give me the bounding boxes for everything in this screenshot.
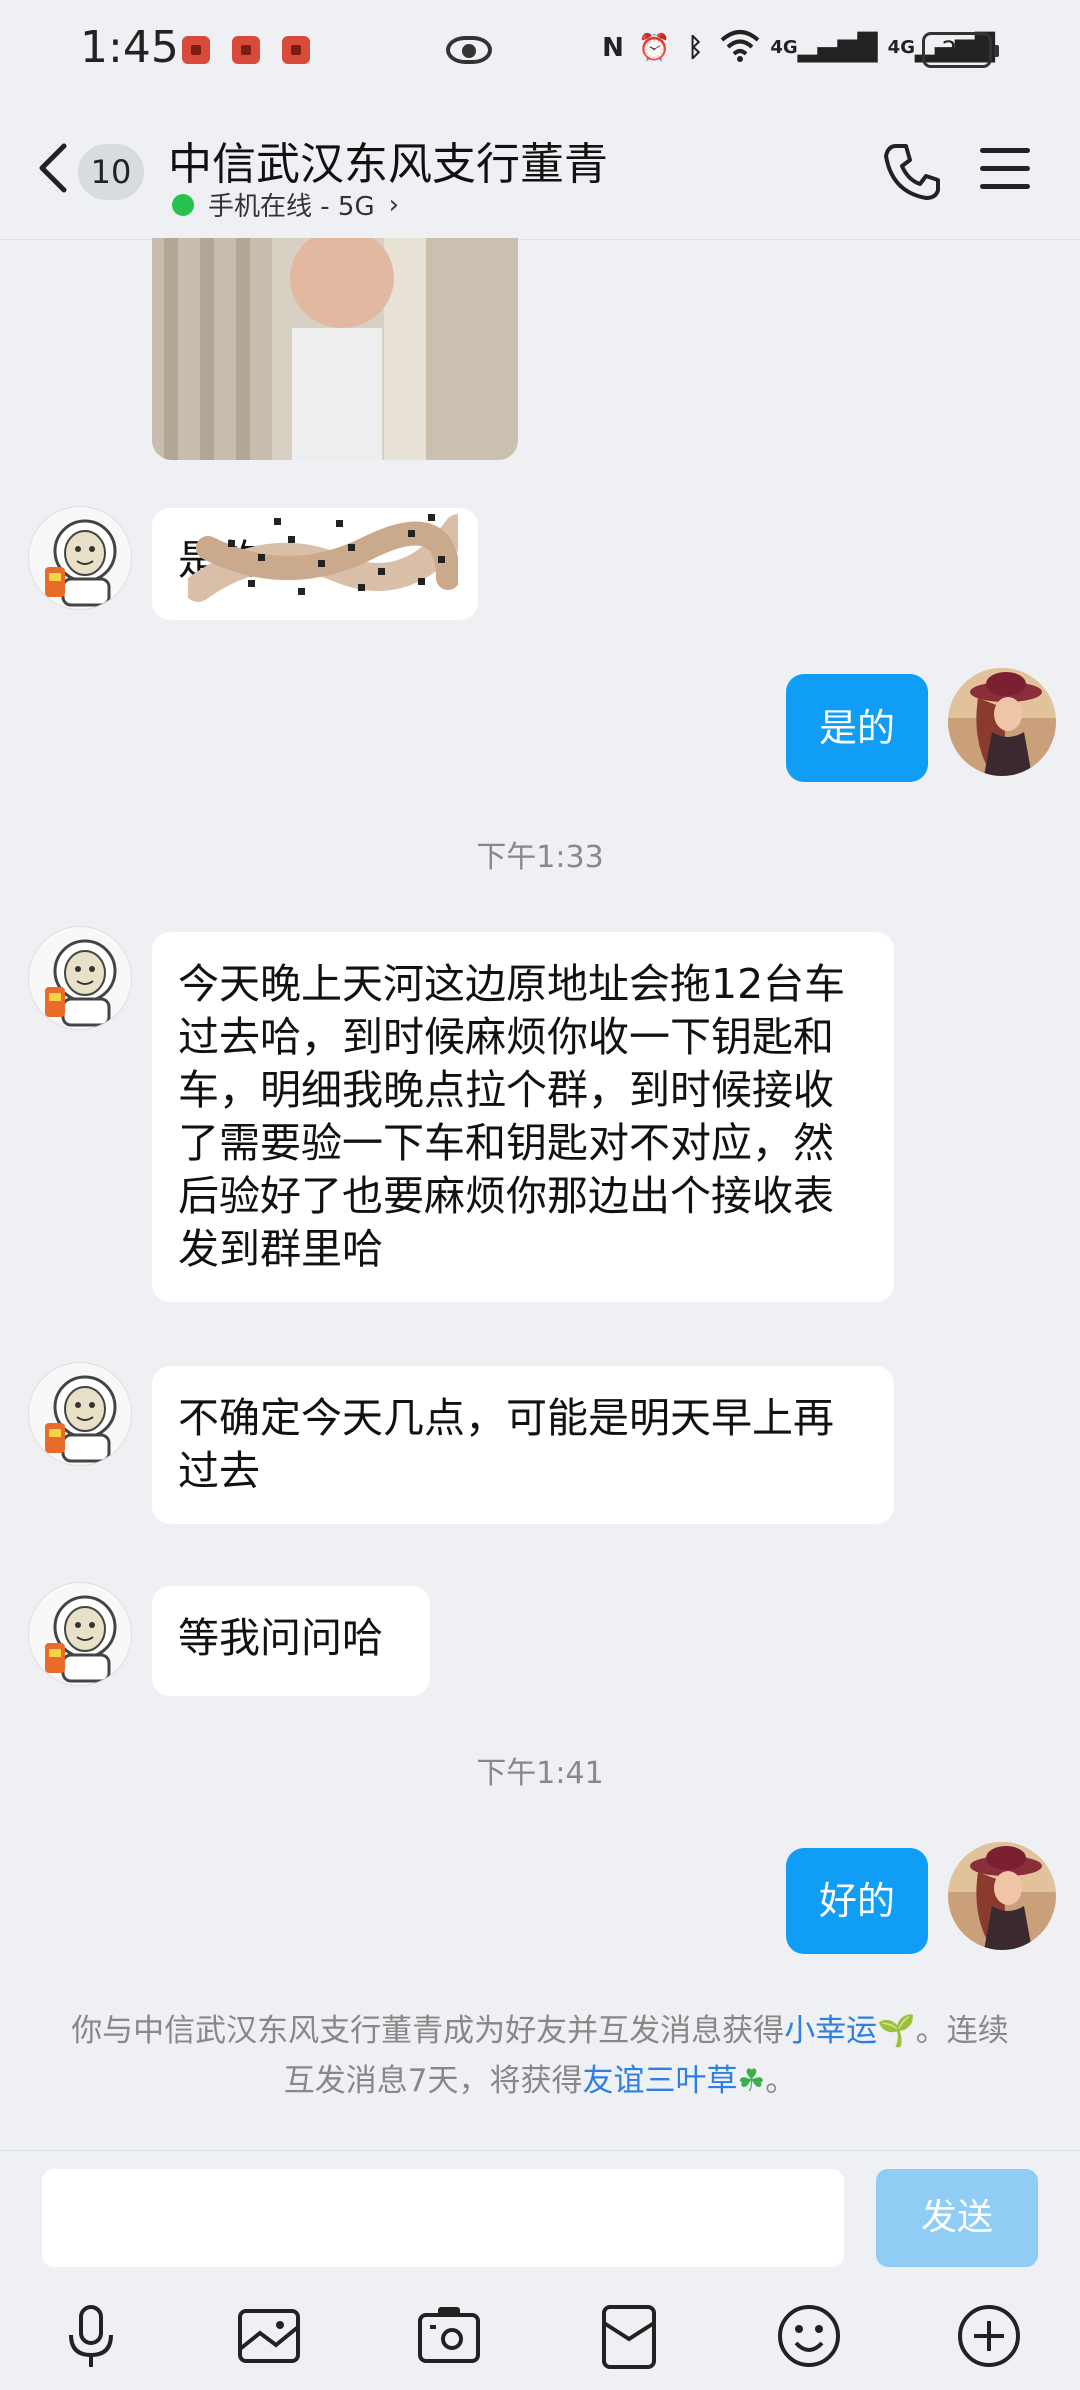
astronaut-avatar-icon [29,927,131,1029]
eye-icon [446,36,492,64]
alarm-icon: ⏰ [638,33,671,63]
battery-indicator: 23 [922,32,999,68]
signal-2-label: 4G [887,37,915,58]
contact-avatar[interactable] [28,926,132,1030]
contact-avatar[interactable] [28,1362,132,1466]
online-status[interactable]: 手机在线 - 5G › [172,186,399,223]
online-status-label: 手机在线 - 5G [208,192,375,222]
time-divider: 下午1:41 [476,1756,604,1791]
contact-avatar[interactable] [28,506,132,610]
contact-avatar[interactable] [28,1582,132,1686]
message-bubble-sent[interactable]: 是的 [786,674,928,782]
input-toolbar [0,2299,1080,2379]
photo-thumbnail [152,238,518,460]
phone-call-button[interactable] [880,140,944,204]
signal-1-label: 4G [770,37,798,58]
red-packet-button[interactable] [592,2299,666,2373]
friendship-system-note: 你与中信武汉东风支行董青成为好友并互发消息获得小幸运🌱。连续互发消息7天，将获得… [60,2006,1020,2106]
menu-line [980,184,1030,189]
sprout-icon: 🌱 [877,2013,916,2049]
note-text: 你与中信武汉东风支行董青成为好友并互发消息获得 [71,2013,785,2049]
astronaut-avatar-icon [29,507,131,609]
wifi-icon [720,28,760,68]
note-text: 。 [765,2063,797,2099]
user-photo-avatar-icon [948,668,1056,776]
menu-line [980,166,1030,171]
my-avatar[interactable] [948,668,1056,776]
image-icon [238,2309,300,2363]
message-bubble-sent[interactable]: 好的 [786,1848,928,1954]
plus-icon [958,2305,1020,2367]
camera-button[interactable] [412,2299,486,2373]
message-text: 好的 [818,1879,895,1923]
more-button[interactable] [952,2299,1026,2373]
app-notification-icon [182,36,210,64]
message-text: 今天晚上天河这边原地址会拖12台车过去哈，到时候麻烦你收一下钥匙和车，明细我晚点… [178,960,846,1273]
unread-count-badge[interactable]: 10 [78,144,144,200]
signal-1-icon: 4G▂▄▆█ [770,33,878,63]
friendship-clover-link[interactable]: 友谊三叶草 [582,2063,737,2099]
status-time: 1:45 [80,22,179,73]
phone-icon [884,144,940,200]
microphone-icon [69,2305,113,2367]
menu-line [980,148,1030,153]
input-area: 发送 [0,2150,1080,2390]
status-bar: 1:45 N ⏰ ᛒ 4G▂▄▆█ 4G▂▄▆█ 23 [0,0,1080,100]
bluetooth-icon: ᛒ [687,33,704,63]
app-notification-icon [282,36,310,64]
user-photo-avatar-icon [948,1842,1056,1950]
nfc-icon: N [602,33,624,63]
message-bubble-received[interactable]: 是的… [152,508,478,620]
online-dot-icon [172,193,194,216]
little-luck-link[interactable]: 小幸运 [784,2013,877,2049]
chat-title[interactable]: 中信武汉东风支行董青 [168,128,608,192]
emoji-button[interactable] [772,2299,846,2373]
message-text: 不确定今天几点，可能是明天早上再过去 [178,1394,834,1495]
camera-icon [418,2307,480,2363]
time-divider: 下午1:33 [476,840,604,875]
menu-button[interactable] [980,148,1030,192]
message-bubble-received[interactable]: 今天晚上天河这边原地址会拖12台车过去哈，到时候麻烦你收一下钥匙和车，明细我晚点… [152,932,894,1302]
clover-icon: ☘ [737,2063,766,2099]
send-button[interactable]: 发送 [876,2169,1038,2267]
message-bubble-received[interactable]: 等我问问哈 [152,1586,430,1696]
chat-header: 10 中信武汉东风支行董青 手机在线 - 5G › [0,100,1080,240]
red-packet-icon [602,2305,656,2369]
message-input[interactable] [42,2169,844,2267]
emoji-icon [778,2305,840,2367]
my-avatar[interactable] [948,1842,1056,1950]
gallery-button[interactable] [232,2299,306,2373]
message-text: 等我问问哈 [178,1614,383,1662]
astronaut-avatar-icon [29,1363,131,1465]
app-notification-icon [232,36,260,64]
chevron-right-icon: › [388,189,400,220]
image-message[interactable] [152,238,518,460]
voice-button[interactable] [54,2299,128,2373]
message-text: 是的 [818,706,895,750]
message-bubble-received[interactable]: 不确定今天几点，可能是明天早上再过去 [152,1366,894,1524]
notification-icons [182,36,310,64]
redaction-scribble [188,514,458,602]
astronaut-avatar-icon [29,1583,131,1685]
